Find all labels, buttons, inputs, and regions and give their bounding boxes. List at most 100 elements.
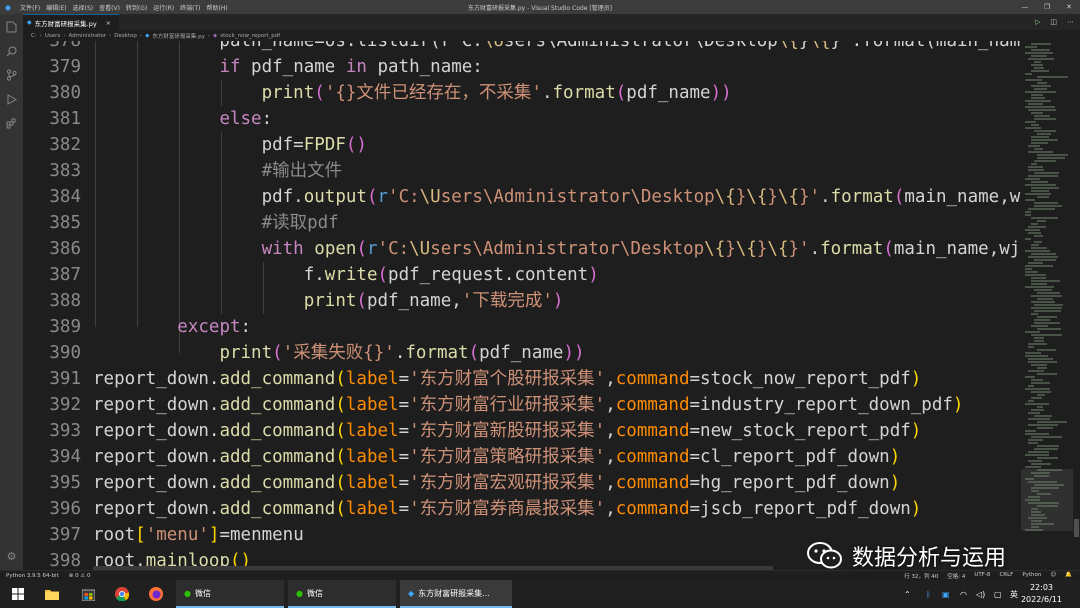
minimap-line xyxy=(1031,379,1043,381)
minimap[interactable] xyxy=(1021,41,1073,570)
breadcrumb-drive[interactable]: C: xyxy=(31,33,37,39)
settings-gear-icon[interactable]: ⚙ xyxy=(0,546,23,566)
file-explorer-icon[interactable] xyxy=(42,580,62,608)
minimap-line xyxy=(1037,196,1049,198)
taskbar: ● 微信 ● 微信 ◆ 东方财富研报采集... ⌃ ᛒ ▣ ◠ ◁) ▢ 英 2… xyxy=(0,580,1080,608)
taskbar-vscode[interactable]: ◆ 东方财富研报采集... xyxy=(400,580,512,608)
cursor-position[interactable]: 行 32，列 40 xyxy=(904,572,938,580)
run-debug-icon[interactable] xyxy=(0,88,23,110)
close-window-button[interactable]: ✕ xyxy=(1058,0,1080,14)
tray-chevron-icon[interactable]: ⌃ xyxy=(904,580,911,608)
problems-indicator[interactable]: ⊗ 0 ⚠ 0 xyxy=(69,573,91,579)
minimap-line xyxy=(1034,115,1050,117)
minimap-line xyxy=(1034,130,1056,132)
minimap-line xyxy=(1037,316,1057,318)
taskbar-wechat-1[interactable]: ● 微信 xyxy=(176,580,284,608)
minimap-line xyxy=(1025,127,1041,129)
code-line-393: report_down.add_command(label='东方财富新股研报采… xyxy=(93,421,922,441)
search-icon[interactable] xyxy=(0,40,23,62)
minimap-line xyxy=(1031,325,1048,327)
minimap-line xyxy=(1031,382,1050,384)
line-number: 390 xyxy=(49,343,81,363)
watermark-text: 数据分析与运用 xyxy=(852,546,1007,571)
feedback-icon[interactable]: ☺ xyxy=(1050,572,1056,580)
code-editor[interactable]: 378 379 380 381 382 383 384 385 386 387 … xyxy=(23,41,1021,567)
breadcrumb-administrator[interactable]: Administrator xyxy=(69,33,107,39)
minimap-line xyxy=(1025,271,1038,273)
minimap-line xyxy=(1028,517,1047,519)
tab-close-icon[interactable]: × xyxy=(106,19,111,27)
breadcrumb-symbol[interactable]: stock_now_report_pdf xyxy=(220,33,280,39)
code-lines: path_name=os.listdir(r'C:\Users\Administ… xyxy=(93,41,1021,567)
end-of-line[interactable]: CRLF xyxy=(999,572,1013,580)
minimap-line xyxy=(1034,205,1062,207)
split-editor-icon[interactable]: ◫ xyxy=(1050,18,1057,26)
minimize-button[interactable]: — xyxy=(1014,0,1036,14)
minimap-line xyxy=(1025,430,1036,432)
minimap-line xyxy=(1037,445,1059,447)
minimap-line xyxy=(1031,307,1062,309)
minimap-line xyxy=(1037,154,1068,156)
window-controls: — ❐ ✕ xyxy=(1014,0,1080,14)
menu-selection[interactable]: 选择(S) xyxy=(73,3,94,12)
minimap-line xyxy=(1037,421,1067,423)
indentation[interactable]: 空格: 4 xyxy=(947,572,965,580)
windows-start-icon[interactable] xyxy=(6,580,30,608)
minimap-line xyxy=(1028,451,1049,453)
ime-indicator[interactable]: 英 xyxy=(1010,580,1018,608)
code-line-392: report_down.add_command(label='东方财富行业研报采… xyxy=(93,395,964,415)
minimap-line xyxy=(1037,373,1057,375)
minimap-line xyxy=(1025,250,1050,252)
volume-icon[interactable]: ◁) xyxy=(976,580,985,608)
firefox-icon[interactable] xyxy=(146,580,166,608)
store-icon[interactable] xyxy=(78,580,98,608)
minimap-line xyxy=(1031,391,1051,393)
more-actions-icon[interactable]: ⋯ xyxy=(1067,18,1074,26)
run-python-icon[interactable]: ▷ xyxy=(1035,18,1040,26)
notifications-bell-icon[interactable]: 🔔 xyxy=(1065,572,1072,580)
restore-button[interactable]: ❐ xyxy=(1036,0,1058,14)
line-number: 381 xyxy=(49,109,81,129)
menu-edit[interactable]: 编辑(E) xyxy=(46,3,66,12)
code-line-397: root['menu']=menmenu xyxy=(93,525,304,545)
menu-go[interactable]: 转到(G) xyxy=(126,3,147,12)
vertical-scrollbar[interactable] xyxy=(1073,41,1080,570)
minimap-line xyxy=(1031,490,1039,492)
minimap-line xyxy=(1037,457,1058,459)
bluetooth-icon[interactable]: ᛒ xyxy=(926,580,931,608)
tab-active-file[interactable]: ◆ 东方财富研报采集.py × xyxy=(23,14,119,30)
language-mode[interactable]: Python xyxy=(1022,572,1041,580)
minimap-line xyxy=(1031,463,1051,465)
notification-icon[interactable]: ▢ xyxy=(994,580,1002,608)
minimap-line xyxy=(1028,226,1046,228)
menu-run[interactable]: 运行(R) xyxy=(153,3,174,12)
system-clock[interactable]: 22:03 2022/6/11 xyxy=(1021,582,1062,606)
python-interpreter[interactable]: Python 3.9.5 64-bit xyxy=(6,573,59,579)
wifi-icon[interactable]: ◠ xyxy=(960,580,967,608)
scrollbar-thumb[interactable] xyxy=(1074,519,1079,537)
breadcrumb-file[interactable]: 东方财富研报采集.py xyxy=(152,32,205,40)
menu-file[interactable]: 文件(F) xyxy=(20,3,40,12)
file-encoding[interactable]: UTF-8 xyxy=(974,572,990,580)
minimap-line xyxy=(1025,199,1035,201)
line-number: 382 xyxy=(49,135,81,155)
minimap-line xyxy=(1037,394,1045,396)
minimap-line xyxy=(1031,295,1062,297)
source-control-icon[interactable] xyxy=(0,64,23,86)
code-line-398: root.mainloop() xyxy=(93,551,252,567)
title-bar: ◆ 文件(F) 编辑(E) 选择(S) 查看(V) 转到(G) 运行(R) 终端… xyxy=(0,0,1080,14)
explorer-icon[interactable] xyxy=(0,16,23,38)
chrome-icon[interactable] xyxy=(112,580,132,608)
taskbar-wechat-2[interactable]: ● 微信 xyxy=(288,580,396,608)
minimap-line xyxy=(1025,73,1032,75)
activity-bar xyxy=(0,14,23,570)
breadcrumb-users[interactable]: Users xyxy=(45,33,60,39)
minimap-line xyxy=(1028,262,1043,264)
menu-view[interactable]: 查看(V) xyxy=(99,3,120,12)
vscode-logo-icon: ◆ xyxy=(4,2,12,12)
extensions-icon[interactable] xyxy=(0,112,23,134)
breadcrumb-desktop[interactable]: Desktop xyxy=(114,33,137,39)
menu-help[interactable]: 帮助(H) xyxy=(206,3,227,12)
menu-terminal[interactable]: 终端(T) xyxy=(180,3,200,12)
network-icon[interactable]: ▣ xyxy=(942,580,950,608)
